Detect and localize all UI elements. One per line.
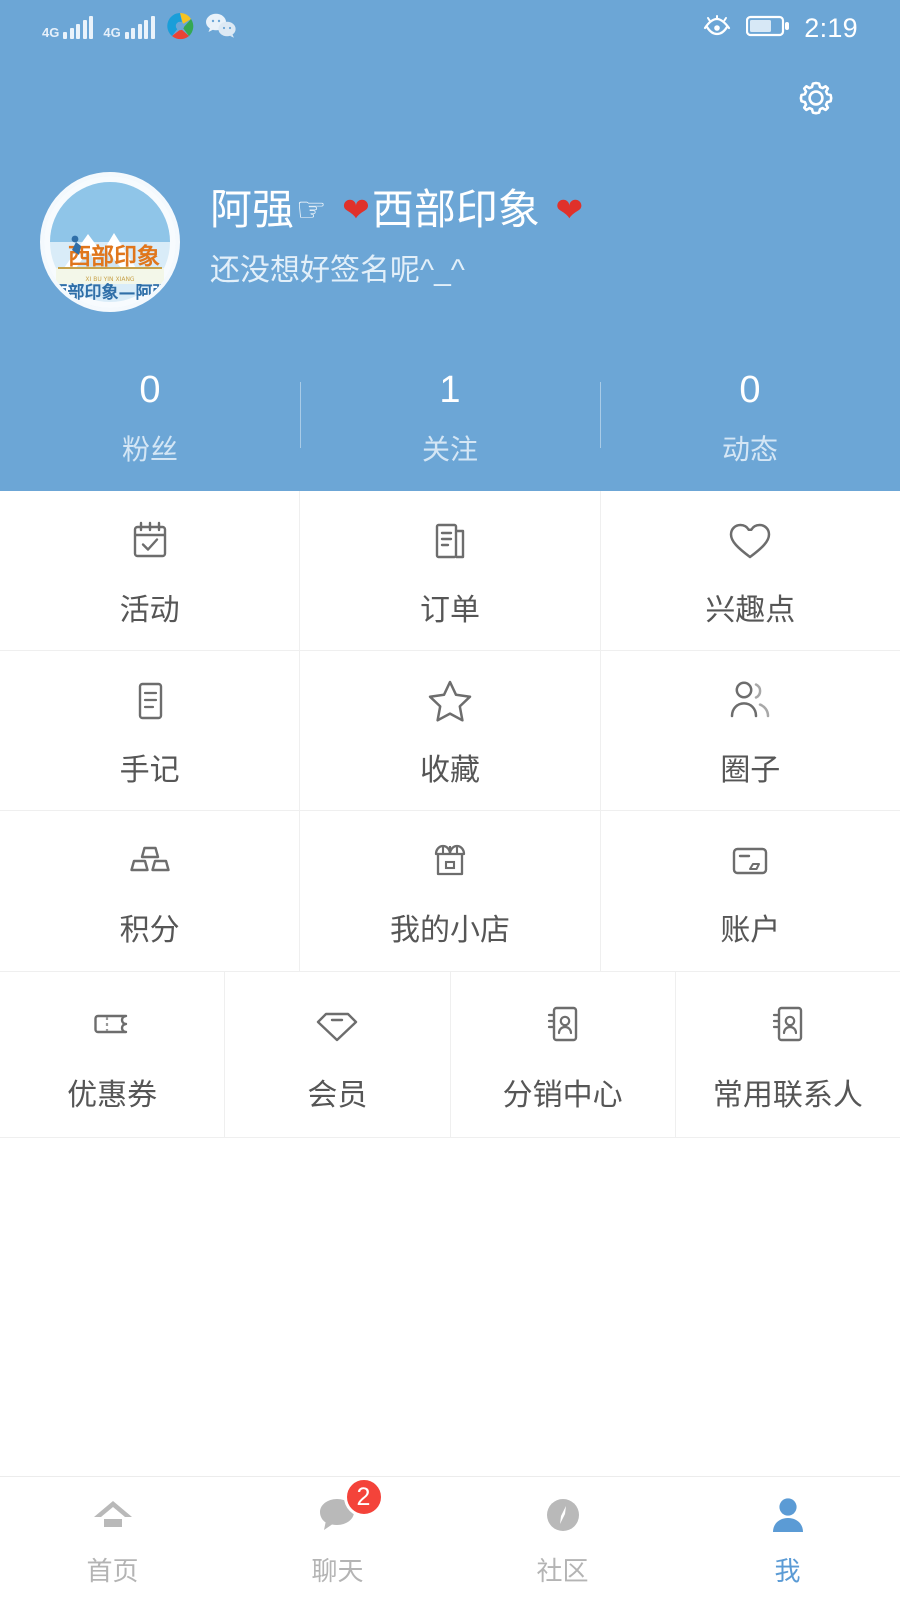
- menu-item-coupon-label: 优惠券: [67, 1078, 158, 1112]
- compass-icon: [539, 1489, 587, 1541]
- points-blocks-icon: [123, 833, 177, 889]
- menu-item-circles-label: 圈子: [720, 753, 781, 787]
- stat-following-count: 1: [439, 369, 461, 411]
- stat-fans-label: 粉丝: [121, 433, 178, 465]
- svg-text:XI BU YIN XIANG: XI BU YIN XIANG: [85, 276, 135, 283]
- menu-item-favorites-label: 收藏: [419, 753, 480, 787]
- menu-item-account[interactable]: 账户: [601, 811, 900, 971]
- menu-item-distribution[interactable]: 分销中心: [451, 972, 676, 1137]
- menu-item-favorites[interactable]: 收藏: [300, 651, 601, 810]
- status-right-icons: 2:19: [702, 13, 858, 44]
- menu-item-activity-label: 活动: [119, 593, 180, 627]
- menu-item-vip[interactable]: 会员: [225, 972, 451, 1137]
- status-bar: 4G 4G 2:19: [0, 0, 900, 56]
- heart-emoji-left: ❤: [342, 191, 370, 229]
- user-name: 阿强 ☞ ❤ 西部印象 ❤: [210, 186, 583, 233]
- star-outline-icon: [423, 673, 477, 729]
- bottom-tab-bar: 首页 2 聊天 社区 我: [0, 1476, 900, 1600]
- tab-chat[interactable]: 2 聊天: [225, 1477, 450, 1600]
- profile-header: 4G 4G 2:19 西部印象 XI BU YIN XIANG 西部印象—阿强 …: [0, 0, 900, 491]
- menu-row-2: 手记 收藏 圈子: [0, 651, 900, 811]
- menu-item-notes-label: 手记: [119, 753, 180, 787]
- status-time: 2:19: [804, 12, 858, 43]
- card-icon: [723, 833, 777, 889]
- user-name-main: 西部印象: [371, 186, 540, 233]
- shop-icon: [423, 833, 477, 889]
- tab-community-label: 社区: [536, 1556, 589, 1586]
- signal-4g-icon-2: 4G: [103, 16, 155, 40]
- menu-item-coupon[interactable]: 优惠券: [0, 972, 226, 1137]
- profile-text: 阿强 ☞ ❤ 西部印象 ❤ 还没想好签名呢^_^: [210, 172, 583, 289]
- menu-item-account-label: 账户: [720, 914, 781, 947]
- stat-fans[interactable]: 0 粉丝: [0, 369, 300, 468]
- menu-grid-4col: 优惠券 会员 分销中心 常用联系人: [0, 971, 900, 1138]
- svg-text:西部印象—阿强: 西部印象—阿强: [51, 282, 170, 303]
- avatar[interactable]: 西部印象 XI BU YIN XIANG 西部印象—阿强: [40, 172, 180, 312]
- signal-4g-icon: 4G: [42, 16, 94, 40]
- contact-card-icon: [537, 996, 589, 1052]
- menu-item-contacts-label: 常用联系人: [712, 1078, 863, 1112]
- stat-fans-count: 0: [139, 369, 161, 411]
- signal-4g-label-2: 4G: [103, 25, 121, 40]
- menu-item-vip-label: 会员: [307, 1078, 368, 1112]
- pointing-hand-icon: ☞: [296, 190, 327, 229]
- tab-home[interactable]: 首页: [0, 1477, 225, 1600]
- tab-me-label: 我: [774, 1556, 801, 1586]
- svg-text:西部印象: 西部印象: [68, 243, 160, 270]
- stats-row: 0 粉丝 1 关注 0 动态: [0, 369, 900, 468]
- menu-item-points-label: 积分: [119, 914, 180, 947]
- coupon-ticket-icon: [86, 996, 138, 1052]
- menu-item-interest-label: 兴趣点: [705, 593, 796, 627]
- menu-item-shop[interactable]: 我的小店: [300, 811, 601, 971]
- note-icon: [124, 673, 176, 729]
- vip-diamond-icon: [310, 996, 364, 1052]
- stat-posts-label: 动态: [721, 433, 778, 465]
- home-icon: [88, 1489, 138, 1541]
- menu-item-shop-label: 我的小店: [389, 914, 510, 947]
- menu-item-contacts[interactable]: 常用联系人: [676, 972, 900, 1137]
- heart-outline-icon: [723, 513, 777, 569]
- settings-button[interactable]: [790, 74, 842, 126]
- heart-emoji-right: ❤: [555, 191, 584, 229]
- menu-item-distribution-label: 分销中心: [502, 1078, 623, 1112]
- eye-care-icon: [702, 14, 732, 43]
- menu-item-circles[interactable]: 圈子: [601, 651, 900, 810]
- menu-row-3: 积分 我的小店 账户: [0, 811, 900, 971]
- menu-item-order[interactable]: 订单: [300, 491, 601, 650]
- profile-screen: 4G 4G 2:19 西部印象 XI BU YIN XIANG 西部印象—阿强 …: [0, 0, 900, 1600]
- tab-community[interactable]: 社区: [450, 1477, 675, 1600]
- chat-bubble-icon: 2: [314, 1477, 384, 1541]
- person-icon: [765, 1489, 811, 1541]
- chat-badge: 2: [343, 1477, 384, 1517]
- tab-home-label: 首页: [86, 1556, 139, 1586]
- stat-following[interactable]: 1 关注: [300, 369, 600, 468]
- battery-icon: [746, 14, 790, 43]
- menu-item-interest[interactable]: 兴趣点: [601, 491, 900, 650]
- menu-item-notes[interactable]: 手记: [0, 651, 301, 810]
- menu-grid-3col: 活动 订单 兴趣点 手记 收藏 圈子 积分 我的小店 账户: [0, 491, 900, 971]
- gear-icon: [792, 74, 840, 127]
- menu-item-points[interactable]: 积分: [0, 811, 301, 971]
- menu-item-order-label: 订单: [419, 593, 480, 627]
- signal-4g-label: 4G: [42, 25, 60, 40]
- stat-following-label: 关注: [421, 433, 478, 465]
- people-group-icon: [723, 673, 777, 729]
- calendar-check-icon: [124, 513, 176, 569]
- order-document-icon: [424, 513, 476, 569]
- wechat-icon: [205, 12, 237, 44]
- tab-chat-label: 聊天: [311, 1556, 364, 1586]
- menu-item-activity[interactable]: 活动: [0, 491, 301, 650]
- menu-row-1: 活动 订单 兴趣点: [0, 491, 900, 651]
- profile-summary[interactable]: 西部印象 XI BU YIN XIANG 西部印象—阿强 阿强 ☞ ❤ 西部印象 ❤…: [40, 172, 583, 312]
- status-left-icons: 4G 4G: [42, 11, 237, 46]
- tab-me[interactable]: 我: [675, 1477, 900, 1600]
- app-circle-icon: [165, 11, 195, 46]
- user-signature: 还没想好签名呢^_^: [210, 254, 465, 288]
- stat-posts[interactable]: 0 动态: [600, 369, 900, 468]
- contact-card-icon-2: [762, 996, 814, 1052]
- stat-posts-count: 0: [739, 369, 761, 411]
- user-name-prefix: 阿强: [210, 186, 295, 233]
